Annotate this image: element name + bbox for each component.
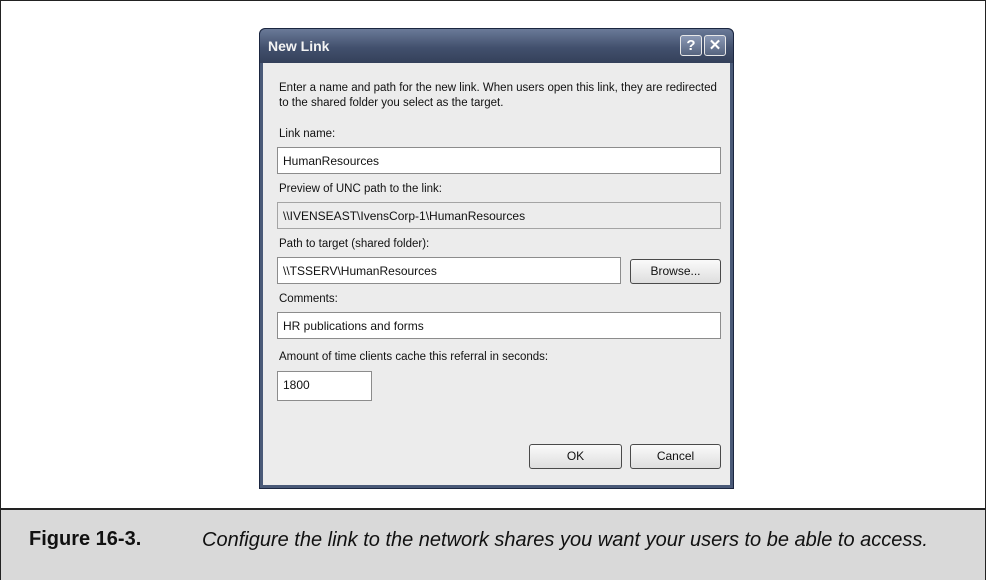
close-icon: ✕ bbox=[708, 37, 722, 54]
close-button[interactable]: ✕ bbox=[704, 35, 726, 56]
cache-time-input[interactable]: 1800 bbox=[277, 371, 372, 401]
figure-caption: Figure 16-3. Configure the link to the n… bbox=[1, 510, 985, 580]
dialog-body: Enter a name and path for the new link. … bbox=[263, 63, 730, 485]
target-path-label: Path to target (shared folder): bbox=[279, 238, 430, 250]
new-link-dialog: New Link ? ✕ Enter a name and path for t… bbox=[259, 28, 734, 489]
title-bar[interactable]: New Link ? ✕ bbox=[260, 29, 733, 63]
dialog-title: New Link bbox=[268, 38, 330, 54]
comments-label: Comments: bbox=[279, 293, 338, 305]
figure-number: Figure 16-3. bbox=[29, 528, 142, 550]
dialog-description: Enter a name and path for the new link. … bbox=[279, 82, 717, 109]
caption-text: Configure the link to the network shares… bbox=[202, 529, 928, 551]
link-name-label: Link name: bbox=[279, 128, 336, 140]
cancel-button[interactable]: Cancel bbox=[630, 444, 721, 469]
link-name-input[interactable]: HumanResources bbox=[277, 147, 721, 174]
target-path-input[interactable]: \\TSSERV\HumanResources bbox=[277, 257, 621, 284]
help-icon: ? bbox=[686, 37, 696, 54]
browse-button[interactable]: Browse... bbox=[630, 259, 721, 284]
preview-label: Preview of UNC path to the link: bbox=[279, 183, 442, 195]
figure-area: New Link ? ✕ Enter a name and path for t… bbox=[1, 1, 985, 510]
comments-input[interactable]: HR publications and forms bbox=[277, 312, 721, 339]
preview-path-field: \\IVENSEAST\IvensCorp-1\HumanResources bbox=[277, 202, 721, 229]
help-button[interactable]: ? bbox=[680, 35, 702, 56]
ok-button[interactable]: OK bbox=[529, 444, 622, 469]
cache-time-label: Amount of time clients cache this referr… bbox=[279, 351, 549, 363]
